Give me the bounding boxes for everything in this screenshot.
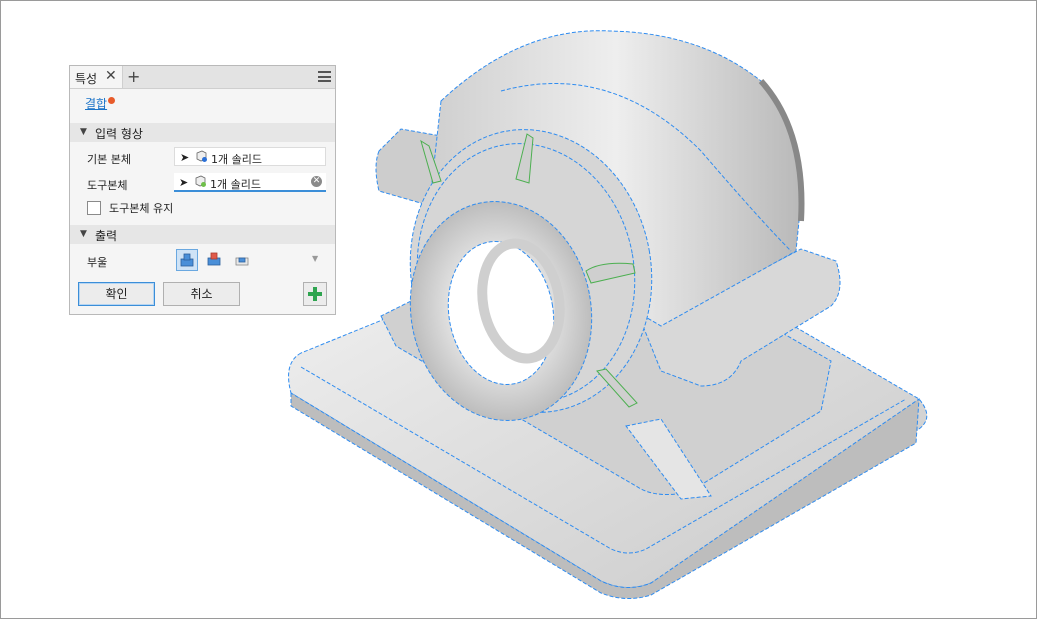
intersect-operation-button[interactable] — [232, 249, 254, 271]
close-icon[interactable]: ✕ — [105, 68, 117, 84]
cut-icon — [207, 252, 221, 266]
chevron-down-icon[interactable]: ▼ — [312, 254, 318, 263]
section-title: 출력 — [95, 229, 118, 243]
input-section-header[interactable]: ▼ 입력 형상 — [70, 123, 335, 142]
tool-body-label: 도구본체 — [87, 179, 128, 192]
properties-panel: 특성 ✕ + 결합 ▼ 입력 형상 기본 본체 ➤ 1개 솔리드 도구본체 ➤ … — [69, 65, 336, 315]
collapse-triangle-icon[interactable]: ▼ — [80, 127, 87, 137]
tab-label: 특성 — [75, 72, 98, 86]
base-body-label: 기본 본체 — [87, 153, 131, 166]
clear-selection-icon[interactable]: ✕ — [311, 176, 322, 187]
output-section-header[interactable]: ▼ 출력 — [70, 225, 335, 244]
apply-add-button[interactable] — [303, 282, 327, 306]
plus-icon[interactable]: + — [127, 67, 140, 86]
solid-body-icon — [196, 150, 207, 162]
panel-tab-bar: 특성 ✕ + — [70, 66, 335, 89]
tool-body-value: 1개 솔리드 — [210, 178, 261, 191]
base-body-value: 1개 솔리드 — [211, 153, 262, 166]
join-icon — [180, 253, 194, 267]
plus-icon — [308, 287, 322, 301]
select-cursor-icon: ➤ — [179, 176, 189, 189]
hamburger-menu-icon[interactable] — [318, 71, 331, 82]
feature-link[interactable]: 결합 — [85, 95, 107, 112]
cut-operation-button[interactable] — [204, 249, 226, 271]
tab-properties[interactable]: 특성 ✕ — [70, 66, 123, 88]
keep-tool-checkbox[interactable] — [87, 201, 101, 215]
collapse-triangle-icon[interactable]: ▼ — [80, 229, 87, 239]
solid-body-icon — [195, 175, 206, 187]
tool-body-selector[interactable]: ➤ 1개 솔리드 ✕ — [174, 173, 326, 192]
status-dot — [108, 97, 115, 104]
select-cursor-icon: ➤ — [180, 151, 190, 164]
base-body-selector[interactable]: ➤ 1개 솔리드 — [174, 147, 326, 166]
intersect-icon — [235, 257, 249, 266]
cancel-button[interactable]: 취소 — [163, 282, 240, 306]
join-operation-button[interactable] — [176, 249, 198, 271]
ok-button[interactable]: 확인 — [78, 282, 155, 306]
keep-tool-label: 도구본체 유지 — [109, 202, 174, 215]
boolean-label: 부울 — [87, 256, 108, 269]
section-title: 입력 형상 — [95, 127, 143, 141]
